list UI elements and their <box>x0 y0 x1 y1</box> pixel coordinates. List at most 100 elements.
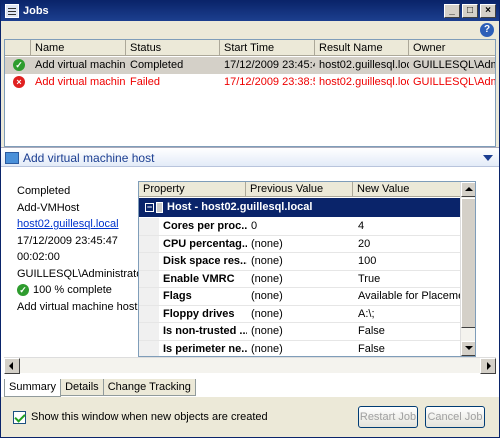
job-icon <box>5 152 19 164</box>
scroll-up-button[interactable] <box>461 182 475 197</box>
help-icon[interactable]: ? <box>480 23 494 37</box>
property-name: Is perimeter ne... <box>163 342 247 355</box>
scroll-down-button[interactable] <box>461 341 475 356</box>
details-tabs: Summary Details Change Tracking <box>4 379 196 397</box>
property-row[interactable]: Floppy drives (none) A:\; <box>139 305 461 323</box>
column-header-previous-value[interactable]: Previous Value <box>246 182 353 197</box>
summary-description: Add virtual machine host <box>17 300 138 313</box>
column-header-start-time[interactable]: Start Time <box>220 40 315 56</box>
property-previous: 0 <box>251 220 258 232</box>
property-previous: (none) <box>251 255 283 267</box>
minimize-button[interactable]: _ <box>444 4 460 18</box>
show-window-checkbox-label[interactable]: Show this window when new objects are cr… <box>31 411 268 424</box>
job-owner: GUILLESQL\Admini... <box>413 76 495 88</box>
property-name: Disk space res... <box>163 255 247 267</box>
change-tracking-grid[interactable]: Property Previous Value New Value − Host… <box>138 181 476 357</box>
column-header-new-value[interactable]: New Value <box>353 182 461 197</box>
restart-job-button[interactable]: Restart Job <box>358 406 418 428</box>
job-start-time: 17/12/2009 23:38:56 <box>224 76 315 88</box>
window-controls: _ □ × <box>444 4 496 18</box>
scroll-left-button[interactable] <box>4 358 20 374</box>
footer: Show this window when new objects are cr… <box>1 399 499 437</box>
property-new: 4 <box>358 220 365 232</box>
property-new: 100 <box>358 255 377 267</box>
summary-status: Completed <box>17 185 71 197</box>
property-name: CPU percentag... <box>163 237 247 250</box>
column-header-result-name[interactable]: Result Name <box>315 40 409 56</box>
cancel-job-button[interactable]: Cancel Job <box>425 406 485 428</box>
details-header[interactable]: Add virtual machine host <box>1 147 499 167</box>
property-row[interactable]: Cores per proc... 0 4 <box>139 218 461 236</box>
jobs-list[interactable]: Name Status Start Time Result Name Owner… <box>4 39 496 147</box>
jobs-window: Jobs _ □ × ? Name Status Start Time Resu… <box>0 0 500 438</box>
property-row[interactable]: Is perimeter ne... (none) False <box>139 340 461 356</box>
job-owner: GUILLESQL\Admini... <box>413 59 495 71</box>
property-previous: (none) <box>251 325 283 337</box>
summary-progress-text: 100 % complete <box>33 284 112 296</box>
scroll-right-button[interactable] <box>480 358 496 374</box>
window-title: Jobs <box>23 5 49 17</box>
property-name: Flags <box>163 290 192 302</box>
column-header-name[interactable]: Name <box>31 40 126 56</box>
summary-duration: 00:02:00 <box>17 251 60 263</box>
summary-cmdlet: Add-VMHost <box>17 201 80 214</box>
close-button[interactable]: × <box>480 4 496 18</box>
job-row[interactable]: ✓ Add virtual machin... Completed 17/12/… <box>5 57 495 74</box>
column-header-property[interactable]: Property <box>139 182 246 197</box>
job-result-name: host02.guillesql.local <box>319 76 409 88</box>
job-name: Add virtual machin... <box>35 76 126 88</box>
property-name: Cores per proc... <box>163 220 247 232</box>
property-row[interactable]: Flags (none) Available for Placement <box>139 288 463 306</box>
property-name: Floppy drives <box>163 307 235 320</box>
summary-host-link[interactable]: host02.guillesql.local <box>17 216 135 233</box>
job-result-name: host02.guillesql.local <box>319 59 409 71</box>
server-icon <box>156 202 163 213</box>
tab-summary[interactable]: Summary <box>4 379 62 397</box>
check-circle-icon: ✓ <box>17 284 29 296</box>
property-previous: (none) <box>251 307 283 320</box>
grid-vertical-scrollbar[interactable] <box>460 182 475 356</box>
property-previous: (none) <box>251 237 283 250</box>
job-row[interactable]: × Add virtual machin... Failed 17/12/200… <box>5 74 495 91</box>
job-status: Completed <box>130 59 184 71</box>
error-x-icon: × <box>13 76 25 88</box>
property-row[interactable]: Enable VMRC (none) True <box>139 270 461 288</box>
property-name: Is non-trusted ... <box>163 325 247 337</box>
details-title: Add virtual machine host <box>23 151 155 165</box>
toolbar: ? <box>1 21 499 39</box>
property-new: False <box>358 342 385 355</box>
property-row[interactable]: CPU percentag... (none) 20 <box>139 235 461 253</box>
group-row-host[interactable]: − Host - host02.guillesql.local <box>139 198 461 217</box>
tab-details[interactable]: Details <box>60 379 104 396</box>
details-horizontal-scrollbar[interactable] <box>4 357 496 374</box>
tab-change-tracking[interactable]: Change Tracking <box>102 379 196 396</box>
show-window-checkbox[interactable] <box>13 411 26 424</box>
group-label: Host - host02.guillesql.local <box>167 201 313 213</box>
property-new: A:\; <box>358 307 375 320</box>
property-name: Enable VMRC <box>163 272 235 285</box>
summary-progress: ✓ 100 % complete <box>17 282 135 299</box>
column-header-owner[interactable]: Owner <box>409 40 495 56</box>
job-name: Add virtual machin... <box>35 59 126 71</box>
column-header-status[interactable]: Status <box>126 40 220 56</box>
property-new: False <box>358 325 385 337</box>
jobs-window-icon <box>5 4 19 18</box>
property-new: True <box>358 272 381 285</box>
property-previous: (none) <box>251 272 283 285</box>
chevron-down-icon[interactable] <box>483 155 493 161</box>
summary-start-time: 17/12/2009 23:45:47 <box>17 234 118 247</box>
job-start-time: 17/12/2009 23:45:47 <box>224 59 315 71</box>
property-row[interactable]: Is non-trusted ... (none) False <box>139 323 461 341</box>
property-row[interactable]: Disk space res... (none) 100 <box>139 253 461 271</box>
title-bar[interactable]: Jobs _ □ × <box>1 1 499 21</box>
property-previous: (none) <box>251 290 283 302</box>
property-new: 20 <box>358 237 371 250</box>
column-header-status-icon[interactable] <box>5 40 31 56</box>
collapse-icon[interactable]: − <box>145 203 154 212</box>
property-previous: (none) <box>251 342 283 355</box>
maximize-button[interactable]: □ <box>462 4 478 18</box>
scroll-thumb[interactable] <box>461 198 475 328</box>
summary-owner: GUILLESQL\Administrator <box>17 267 146 280</box>
property-new: Available for Placement <box>358 290 463 302</box>
check-circle-icon: ✓ <box>13 59 25 71</box>
